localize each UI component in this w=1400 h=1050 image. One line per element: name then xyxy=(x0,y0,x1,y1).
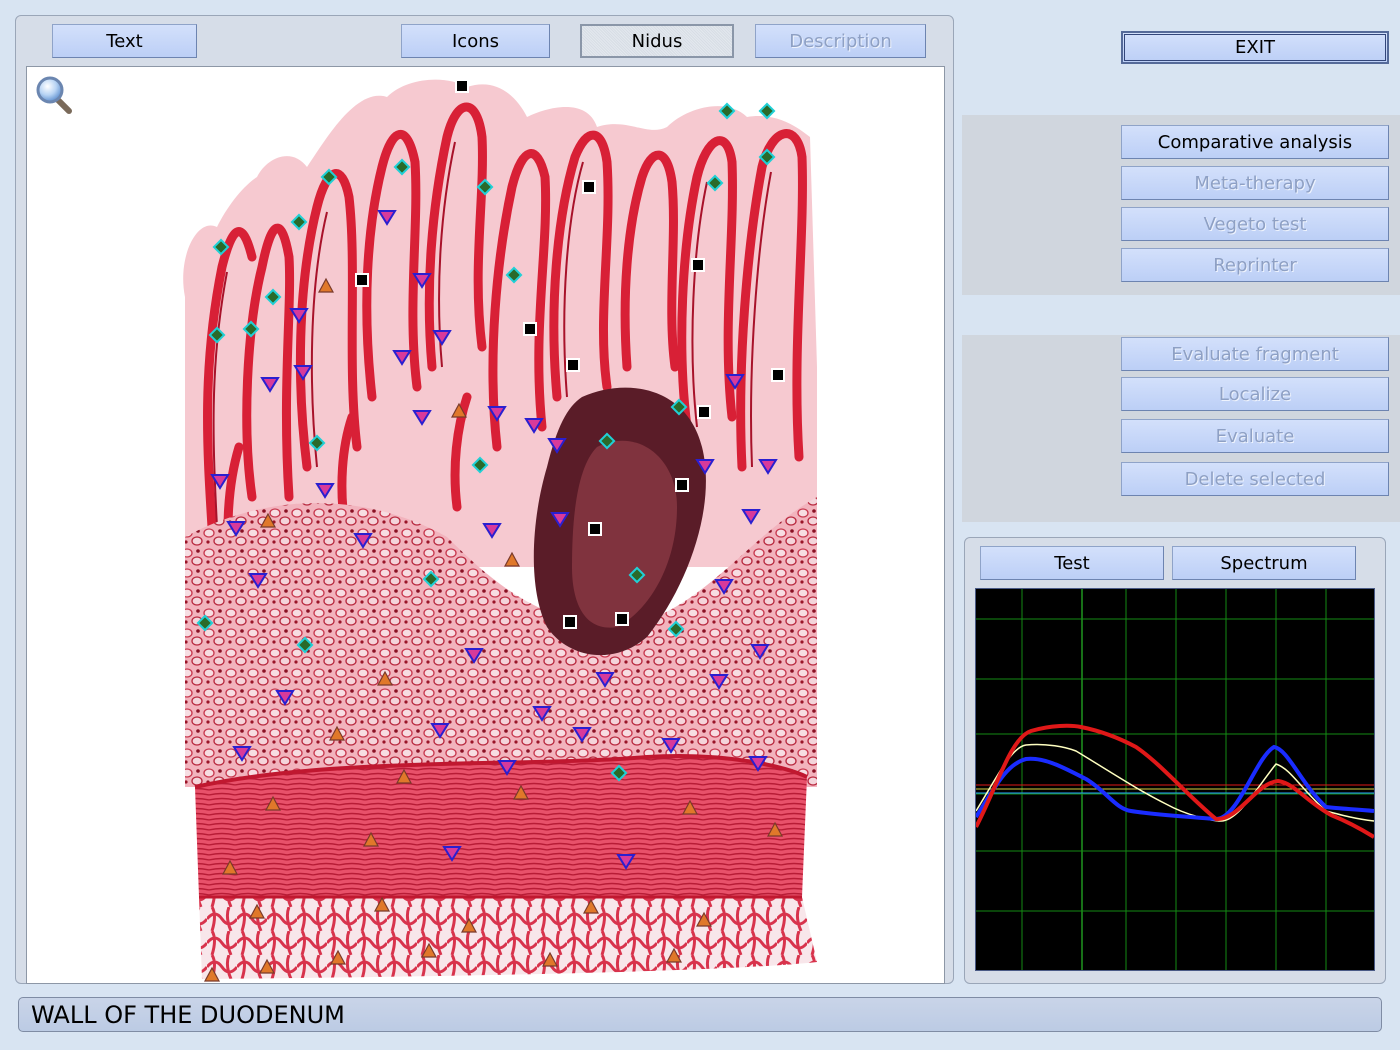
status-bar: WALL OF THE DUODENUM xyxy=(18,997,1382,1032)
evaluate-fragment-button[interactable]: Evaluate fragment xyxy=(1121,337,1389,371)
spectrum-panel: Test Spectrum xyxy=(964,537,1386,984)
tab-description[interactable]: Description xyxy=(755,24,926,58)
localize-button[interactable]: Localize xyxy=(1121,377,1389,411)
evaluate-button[interactable]: Evaluate xyxy=(1121,419,1389,453)
black-square-marker[interactable] xyxy=(355,273,369,287)
black-square-marker[interactable] xyxy=(455,79,469,93)
cyan-diamond-marker[interactable] xyxy=(758,102,776,120)
comparative-analysis-button[interactable]: Comparative analysis xyxy=(1121,125,1389,159)
meta-therapy-button[interactable]: Meta-therapy xyxy=(1121,166,1389,200)
duodenum-wall-image xyxy=(183,79,817,982)
black-square-marker[interactable] xyxy=(615,612,629,626)
black-square-marker[interactable] xyxy=(566,358,580,372)
black-square-marker[interactable] xyxy=(675,478,689,492)
vegeto-test-button[interactable]: Vegeto test xyxy=(1121,207,1389,241)
tab-test[interactable]: Test xyxy=(980,546,1164,580)
black-square-marker[interactable] xyxy=(563,615,577,629)
magnifier-icon[interactable] xyxy=(35,75,73,115)
spectrum-chart xyxy=(974,588,1376,971)
black-square-marker[interactable] xyxy=(582,180,596,194)
tab-spectrum[interactable]: Spectrum xyxy=(1172,546,1356,580)
tab-icons[interactable]: Icons xyxy=(401,24,550,58)
black-square-marker[interactable] xyxy=(691,258,705,272)
black-square-marker[interactable] xyxy=(771,368,785,382)
tab-nidus[interactable]: Nidus xyxy=(580,24,734,58)
structure-name-label: WALL OF THE DUODENUM xyxy=(31,1000,345,1029)
black-square-marker[interactable] xyxy=(523,322,537,336)
series-red xyxy=(974,723,1376,839)
delete-selected-button[interactable]: Delete selected xyxy=(1121,462,1389,496)
image-panel: Text Icons Nidus Description xyxy=(15,15,954,984)
tissue-image-viewer[interactable] xyxy=(26,66,945,984)
exit-button[interactable]: EXIT xyxy=(1121,31,1389,64)
reprinter-button[interactable]: Reprinter xyxy=(1121,248,1389,282)
black-square-marker[interactable] xyxy=(697,405,711,419)
tab-text[interactable]: Text xyxy=(52,24,197,58)
black-square-marker[interactable] xyxy=(588,522,602,536)
